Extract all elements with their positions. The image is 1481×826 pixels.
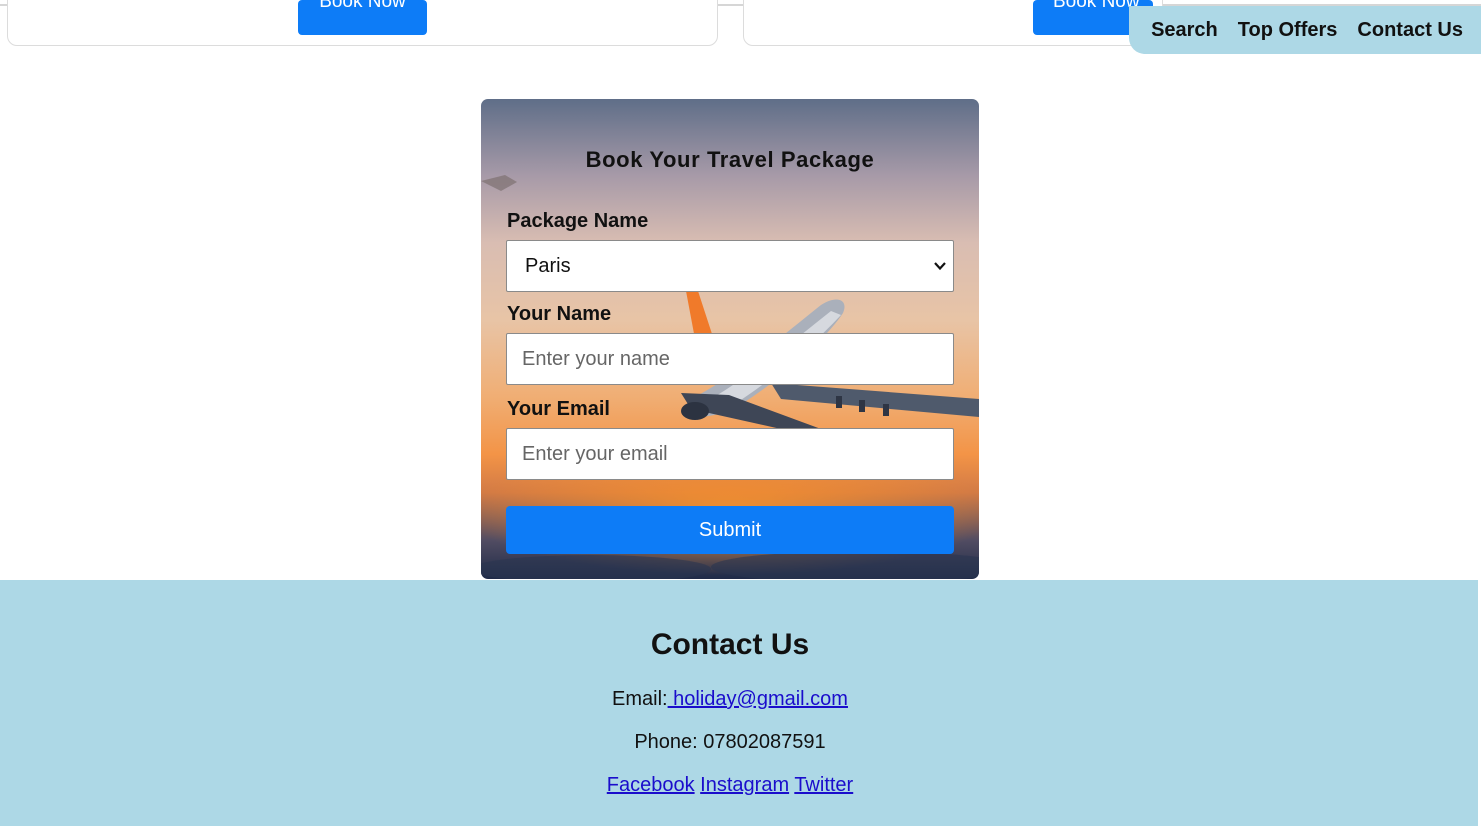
chevron-down-icon (934, 262, 946, 271)
package-selected-value: Paris (525, 254, 571, 277)
book-now-label-2: Book Now (1053, 0, 1140, 12)
booking-form-card: Book Your Travel Package Package Name Pa… (481, 99, 979, 579)
facebook-link[interactable]: Facebook (607, 774, 695, 796)
email-link[interactable]: holiday@gmail.com (668, 688, 848, 710)
name-input-placeholder: Enter your name (522, 347, 670, 370)
email-prefix: Email: (612, 688, 668, 710)
email-input-placeholder: Enter your email (522, 442, 668, 465)
footer-title: Contact Us (650, 628, 810, 661)
twitter-link[interactable]: Twitter (794, 774, 853, 796)
footer-phone: Phone: 07802087591 (634, 731, 826, 753)
nav-search-link[interactable]: Search (1151, 19, 1218, 42)
your-email-label: Your Email (507, 398, 610, 420)
package-name-select[interactable]: Paris (506, 240, 954, 292)
book-now-button-1[interactable]: Book Now (298, 0, 427, 35)
footer-social-links: Facebook Instagram Twitter (0, 774, 1460, 797)
book-now-label-1: Book Now (319, 0, 406, 12)
form-title: Book Your Travel Package (585, 147, 875, 172)
package-name-label: Package Name (507, 210, 649, 232)
footer-email-line: Email: holiday@gmail.com (0, 688, 1460, 711)
submit-button-label: Submit (698, 518, 762, 541)
nav-contact-us-link[interactable]: Contact Us (1357, 19, 1463, 42)
name-input[interactable]: Enter your name (506, 333, 954, 385)
top-navbar: Search Top Offers Contact Us (1129, 6, 1481, 54)
nav-top-offers-link[interactable]: Top Offers (1238, 19, 1338, 42)
submit-button[interactable]: Submit (506, 506, 954, 554)
email-input[interactable]: Enter your email (506, 428, 954, 480)
page: Book Now Book Now Search Top Offers Cont… (0, 0, 1481, 826)
your-name-label: Your Name (507, 303, 612, 325)
contact-footer: Contact Us Email: holiday@gmail.com Phon… (0, 580, 1478, 826)
instagram-link[interactable]: Instagram (700, 774, 789, 796)
